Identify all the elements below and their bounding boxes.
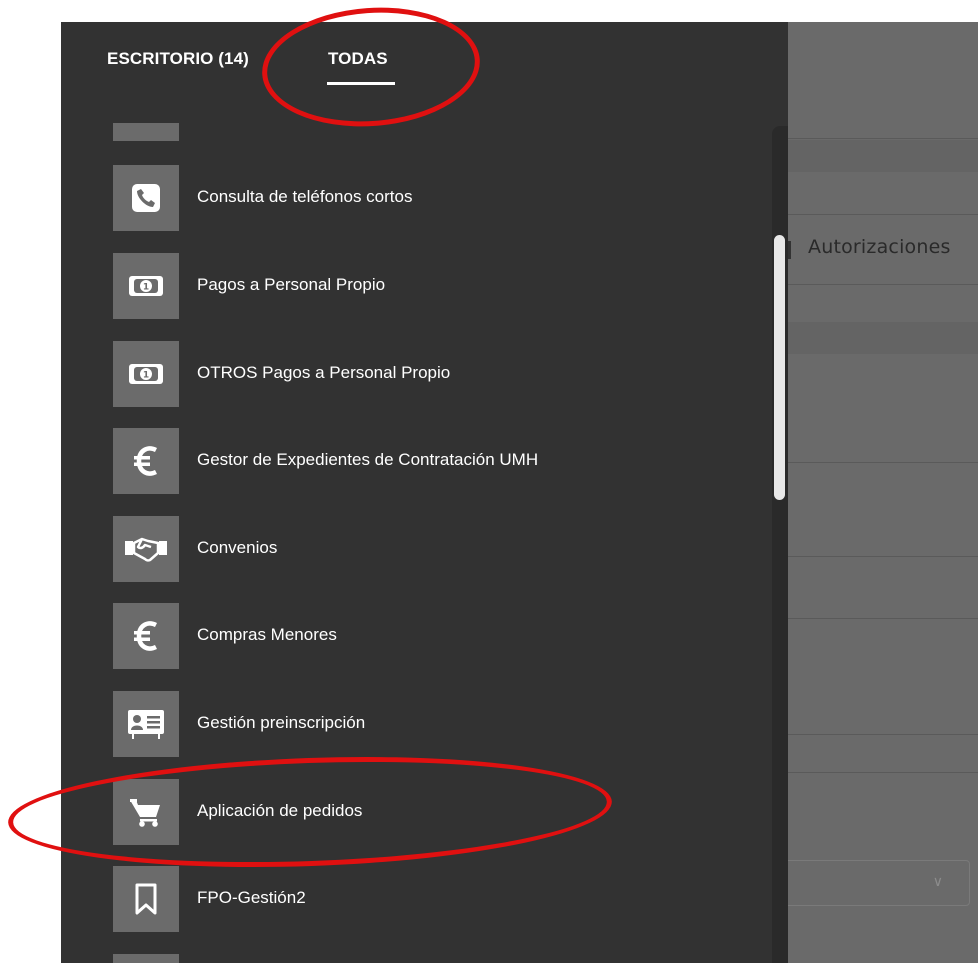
list-item[interactable]: Consulta de teléfonos cortos [113, 165, 753, 231]
scrollbar-thumb[interactable] [774, 235, 785, 500]
chevron-down-icon: ∨ [932, 873, 943, 889]
svg-text:1: 1 [143, 371, 149, 381]
list-item-label: Compras Menores [197, 625, 337, 644]
list-item-label: Consulta de teléfonos cortos [197, 187, 413, 206]
list-item[interactable]: Gestión preinscripción [113, 691, 753, 757]
divider [788, 734, 978, 735]
list-item-label: Convenios [197, 538, 278, 557]
list-item-label: FPO-Gestión2 [197, 888, 306, 907]
handshake-icon [113, 516, 179, 582]
checkbox [788, 241, 791, 259]
phone-icon [113, 165, 179, 231]
header-band [788, 140, 978, 172]
list-item[interactable]: Compras Menores [113, 603, 753, 669]
id-card-icon [113, 691, 179, 757]
select-field: ∨ [788, 860, 970, 906]
list-item-label: Gestión preinscripción [197, 713, 366, 732]
list-item-label: Gestor de Expedientes de Contratación UM… [197, 450, 539, 469]
background-page: Autorizaciones ∨ [788, 22, 978, 963]
list-item-partial[interactable] [113, 954, 179, 963]
list-item-label: Pagos a Personal Propio [197, 275, 386, 294]
header-band [788, 322, 978, 354]
list-item[interactable]: Gestor de Expedientes de Contratación UM… [113, 428, 753, 494]
divider [788, 138, 978, 139]
list-item[interactable]: 1 Pagos a Personal Propio [113, 253, 753, 319]
svg-text:1: 1 [143, 283, 149, 293]
list-item-label: OTROS Pagos a Personal Propio [197, 363, 451, 382]
banknote-icon: 1 [113, 253, 179, 319]
divider [788, 772, 978, 773]
euro-icon [113, 603, 179, 669]
autorizaciones-label: Autorizaciones [808, 236, 951, 258]
divider [788, 284, 978, 285]
list-item[interactable]: Convenios [113, 516, 753, 582]
divider [788, 556, 978, 557]
list-item-partial[interactable] [113, 123, 179, 141]
euro-icon [113, 428, 179, 494]
divider [788, 214, 978, 215]
banknote-icon: 1 [113, 341, 179, 407]
list-item[interactable]: 1 OTROS Pagos a Personal Propio [113, 341, 753, 407]
divider [788, 618, 978, 619]
tab-escritorio[interactable]: ESCRITORIO (14) [107, 49, 249, 69]
bookmark-icon [113, 866, 179, 932]
list-item[interactable]: FPO-Gestión2 [113, 866, 753, 932]
divider [788, 462, 978, 463]
